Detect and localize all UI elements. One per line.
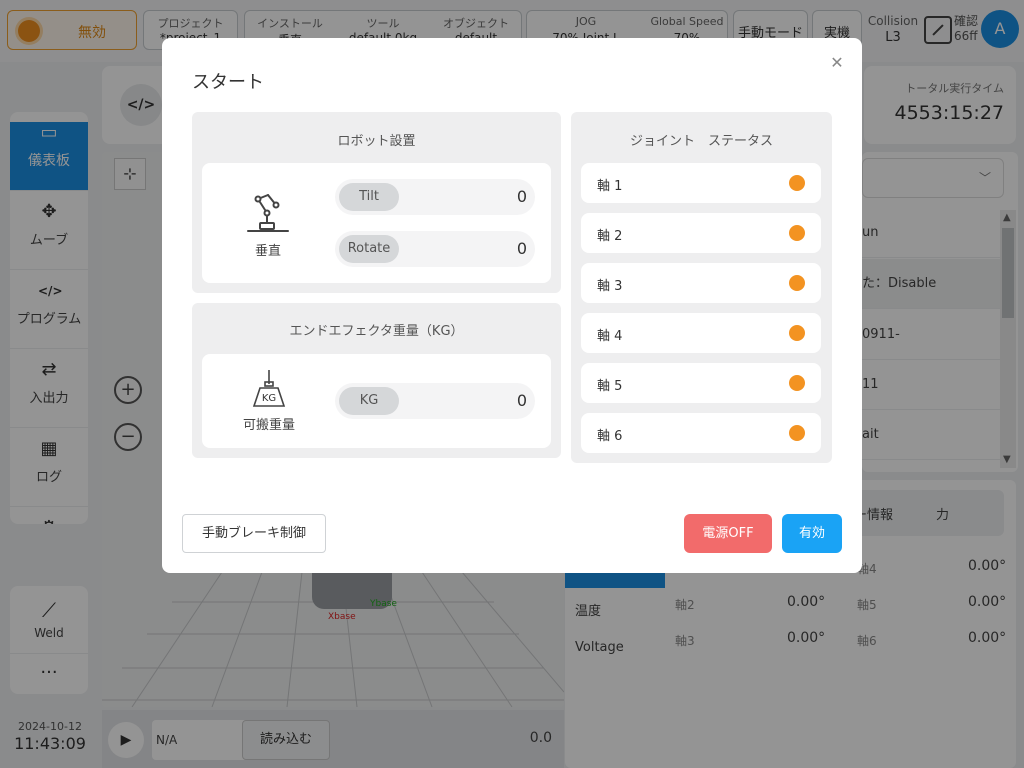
- tilt-chip: Tilt: [339, 183, 399, 211]
- weight-icon: KG: [252, 370, 286, 407]
- status-led-icon: [789, 275, 805, 291]
- joint-row: 軸 3: [581, 263, 821, 303]
- robot-arm-icon: [247, 194, 289, 232]
- robot-setup-card: ロボット設置 垂直 Tilt 0 Rotate 0: [192, 112, 561, 293]
- manual-brake-button[interactable]: 手動ブレーキ制御: [182, 514, 326, 553]
- tilt-value: 0: [516, 187, 527, 206]
- joint-label: 軸 6: [597, 429, 623, 444]
- joint-label: 軸 5: [597, 379, 623, 394]
- weight-icon-text: KG: [262, 393, 276, 404]
- status-led-icon: [789, 225, 805, 241]
- joint-row: 軸 6: [581, 413, 821, 453]
- payload-inner: KG 可搬重量 KG 0: [202, 354, 551, 448]
- mount-label: 垂直: [254, 244, 281, 259]
- joint-label: 軸 3: [597, 279, 623, 294]
- joint-row: 軸 5: [581, 363, 821, 403]
- payload-title: エンドエフェクタ重量（KG）: [289, 324, 464, 339]
- start-dialog: スタート ✕ ロボット設置 垂直 Tilt 0 Rotate 0 エンドエフェク…: [162, 38, 862, 573]
- rotate-chip: Rotate: [339, 235, 399, 263]
- joint-row: 軸 2: [581, 213, 821, 253]
- power-off-button[interactable]: 電源OFF: [684, 514, 772, 553]
- payload-field[interactable]: KG 0: [335, 383, 535, 419]
- rotate-field[interactable]: Rotate 0: [335, 231, 535, 267]
- joint-status-title: ジョイント ステータス: [629, 134, 773, 149]
- rotate-value: 0: [516, 239, 527, 258]
- joint-row: 軸 4: [581, 313, 821, 353]
- enable-button[interactable]: 有効: [782, 514, 842, 553]
- status-led-icon: [789, 375, 805, 391]
- joint-label: 軸 4: [597, 329, 623, 344]
- payload-value: 0: [516, 391, 527, 410]
- status-led-icon: [789, 425, 805, 441]
- joint-row: 軸 1: [581, 163, 821, 203]
- status-led-icon: [789, 175, 805, 191]
- robot-setup-inner: 垂直 Tilt 0 Rotate 0: [202, 163, 551, 283]
- close-icon[interactable]: ✕: [830, 55, 844, 71]
- tilt-field[interactable]: Tilt 0: [335, 179, 535, 215]
- dialog-title: スタート: [192, 72, 264, 93]
- payload-label: 可搬重量: [242, 418, 295, 433]
- joint-status-card: ジョイント ステータス 軸 1 軸 2 軸 3 軸 4 軸 5 軸 6: [571, 112, 832, 463]
- payload-chip: KG: [339, 387, 399, 415]
- joint-label: 軸 1: [597, 179, 623, 194]
- robot-setup-title: ロボット設置: [337, 134, 416, 149]
- joint-label: 軸 2: [597, 229, 623, 244]
- status-led-icon: [789, 325, 805, 341]
- payload-card: エンドエフェクタ重量（KG） KG 可搬重量 KG 0: [192, 303, 561, 458]
